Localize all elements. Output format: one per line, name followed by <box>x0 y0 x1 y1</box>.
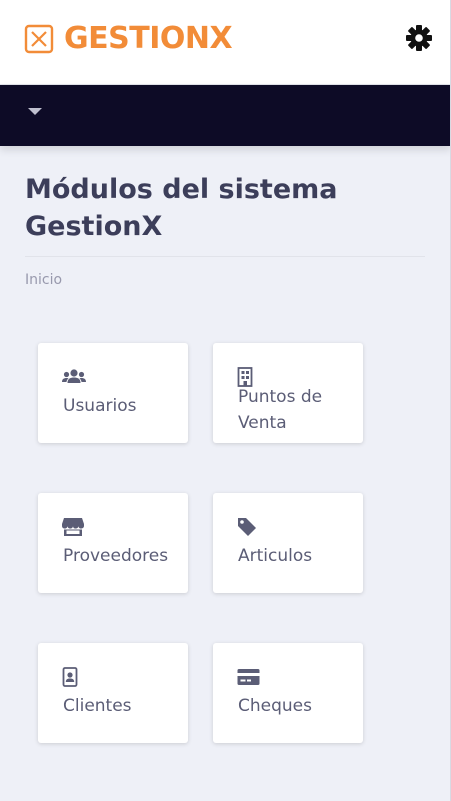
module-card-puntos-de-venta[interactable]: Puntos de Venta <box>213 343 363 443</box>
title-divider <box>25 256 425 257</box>
brand-name: GESTIONX <box>64 21 233 56</box>
store-icon <box>62 518 84 536</box>
caret-down-icon[interactable] <box>28 108 42 115</box>
module-label: Cheques <box>238 696 312 716</box>
module-label: Articulos <box>238 546 313 566</box>
users-icon <box>62 369 86 383</box>
main-navbar <box>0 85 451 146</box>
page-title: Módulos del sistema GestionX <box>25 174 338 242</box>
id-badge-icon <box>62 667 78 687</box>
breadcrumb[interactable]: Inicio <box>25 272 62 288</box>
credit-card-icon <box>237 669 260 685</box>
module-label: Usuarios <box>63 396 137 416</box>
module-card-articulos[interactable]: Articulos <box>213 493 363 593</box>
module-card-usuarios[interactable]: Usuarios <box>38 343 188 443</box>
tag-icon <box>238 518 256 536</box>
gear-icon[interactable] <box>405 24 433 52</box>
top-header: GESTIONX <box>0 0 451 85</box>
brand-logo[interactable]: GESTIONX <box>24 21 233 56</box>
module-label: Puntos de Venta <box>238 387 323 433</box>
x-box-logo-icon <box>24 24 54 54</box>
module-label: Clientes <box>63 696 132 716</box>
module-card-proveedores[interactable]: Proveedores <box>38 493 188 593</box>
module-card-clientes[interactable]: Clientes <box>38 643 188 743</box>
module-label: Proveedores <box>63 546 169 566</box>
module-card-cheques[interactable]: Cheques <box>213 643 363 743</box>
